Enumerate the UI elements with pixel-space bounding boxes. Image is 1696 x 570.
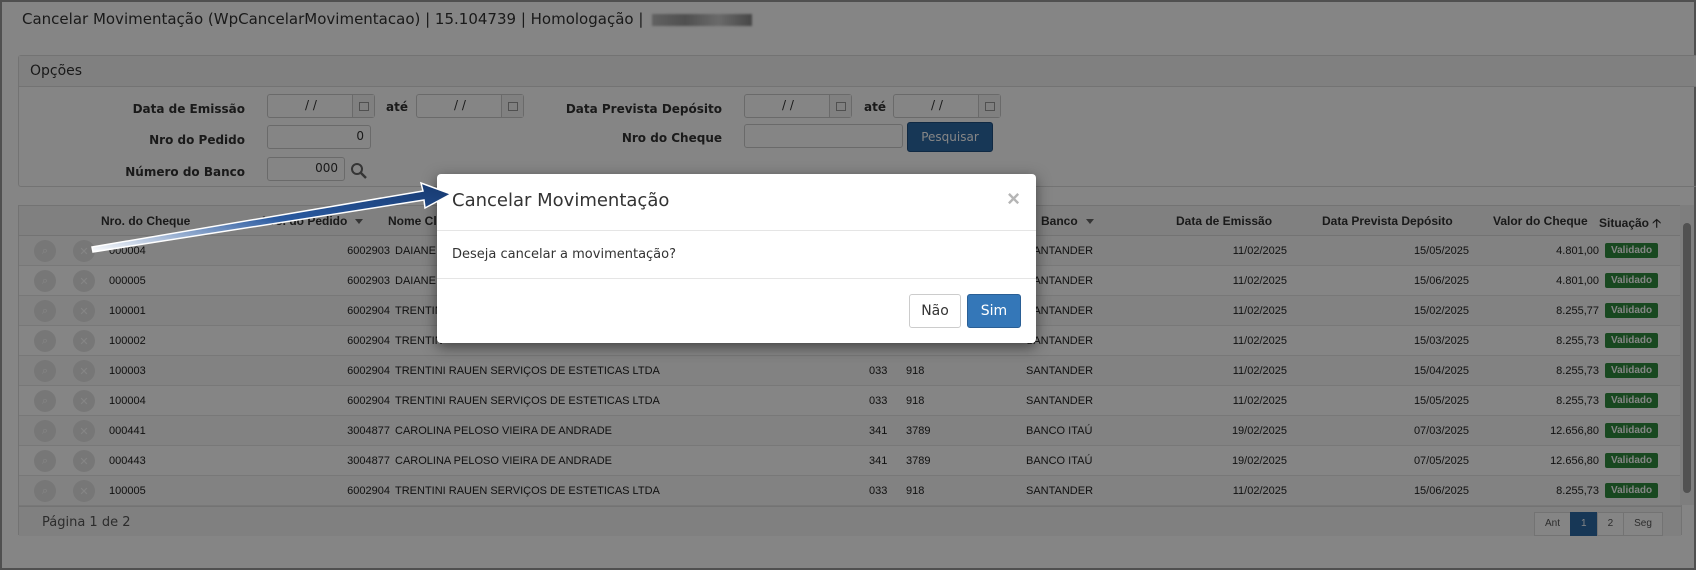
- dialog-title: Cancelar Movimentação: [452, 190, 670, 211]
- close-icon[interactable]: ×: [1007, 186, 1020, 212]
- dialog-header: Cancelar Movimentação ×: [437, 174, 1036, 231]
- dialog-message: Deseja cancelar a movimentação?: [437, 231, 1036, 279]
- cancel-dialog: Cancelar Movimentação × Deseja cancelar …: [437, 174, 1036, 343]
- no-button[interactable]: Não: [909, 294, 961, 328]
- yes-button[interactable]: Sim: [967, 294, 1021, 328]
